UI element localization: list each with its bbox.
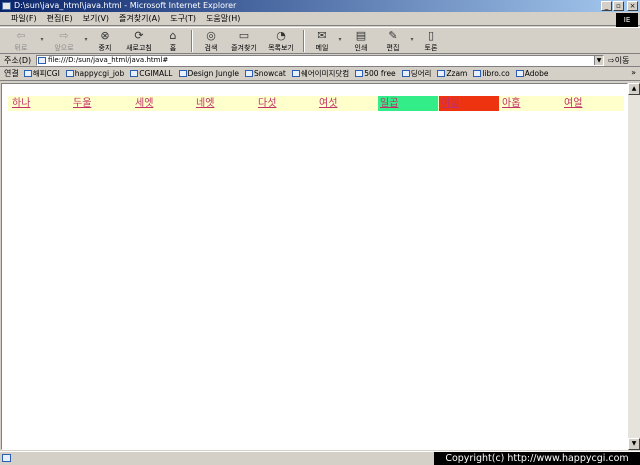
link-snowcat[interactable]: Snowcat	[244, 69, 286, 78]
stop-button[interactable]: ⊗ 중지	[90, 28, 120, 54]
search-button[interactable]: ◎ 검색	[196, 28, 226, 54]
stop-icon: ⊗	[100, 29, 110, 42]
page-icon	[130, 70, 139, 77]
forward-arrow-icon: ⇨	[59, 29, 69, 42]
scroll-up-icon[interactable]: ▲	[628, 83, 640, 95]
back-arrow-icon: ⇦	[16, 29, 26, 42]
address-value: file:///D:/sun/java_html/java.html#	[48, 55, 169, 64]
copyright-banner: Copyright(c) http://www.happycgi.com	[434, 452, 640, 465]
page-status-icon	[2, 454, 11, 462]
window-title: D:\sun\java_html\java.html - Microsoft I…	[14, 1, 237, 10]
back-button[interactable]: ⇦ 뒤로	[4, 28, 38, 54]
nav-link-10[interactable]: 여얼	[562, 96, 622, 111]
refresh-icon: ⟳	[134, 29, 144, 42]
link-cgimall[interactable]: CGIMALL	[130, 69, 173, 78]
maximize-button[interactable]: ▫	[613, 1, 624, 11]
page-icon	[178, 70, 187, 77]
edit-dropdown[interactable]: ▾	[408, 28, 416, 43]
nav-link-5[interactable]: 다섯	[256, 96, 316, 111]
nav-link-6[interactable]: 여섯	[317, 96, 377, 111]
history-button[interactable]: ◔ 목록보기	[262, 28, 300, 54]
menu-view[interactable]: 보기(V)	[78, 13, 114, 24]
link-design-jungle[interactable]: Design Jungle	[178, 69, 239, 78]
address-bar: 주소(D) file:///D:/sun/java_html/java.html…	[0, 54, 640, 67]
links-bar: 연결 해피CGI happycgi_job CGIMALL Design Jun…	[0, 67, 640, 81]
ie-logo-icon: IE	[616, 13, 638, 27]
link-shareimage[interactable]: 쉐어이미지닷컴	[291, 68, 349, 79]
discuss-icon: ▯	[427, 29, 435, 42]
toolbar: ⇦ 뒤로 ▾ ⇨ 앞으로 ▾ ⊗ 중지 ⟳ 새로고침 ⌂ 홈 ◎ 검색 ▭ 즐겨…	[0, 27, 640, 54]
edit-icon: ✎	[388, 29, 398, 42]
page-content: 하나 두울 세엣 네엣 다섯 여섯 일곱 여덟 아홉 여얼	[1, 83, 628, 450]
page-icon	[65, 70, 74, 77]
nav-link-2[interactable]: 두울	[71, 96, 131, 111]
home-button[interactable]: ⌂ 홈	[158, 28, 188, 54]
nav-link-9[interactable]: 아홉	[500, 96, 560, 111]
print-button[interactable]: ▤ 인쇄	[344, 28, 378, 54]
edit-button[interactable]: ✎ 편집	[378, 28, 408, 54]
menu-tools[interactable]: 도구(T)	[165, 13, 201, 24]
nav-menu-bar: 하나 두울 세엣 네엣 다섯 여섯 일곱 여덟 아홉 여얼	[8, 96, 624, 111]
forward-dropdown[interactable]: ▾	[82, 28, 90, 43]
links-more-chevron-icon[interactable]: »	[631, 68, 636, 77]
favorites-button[interactable]: ▭ 즐겨찾기	[226, 28, 262, 54]
toolbar-separator	[191, 30, 193, 52]
page-icon	[244, 70, 253, 77]
page-icon	[23, 70, 32, 77]
link-libro[interactable]: libro.co	[473, 69, 510, 78]
status-bar: Copyright(c) http://www.happycgi.com	[0, 451, 640, 465]
forward-button[interactable]: ⇨ 앞으로	[46, 28, 82, 54]
scroll-down-icon[interactable]: ▼	[628, 438, 640, 450]
menu-help[interactable]: 도움말(H)	[201, 13, 245, 24]
nav-link-1[interactable]: 하나	[10, 96, 70, 111]
mail-dropdown[interactable]: ▾	[336, 28, 344, 43]
nav-link-8[interactable]: 여덟	[439, 96, 499, 111]
page-icon	[401, 70, 410, 77]
nav-link-3[interactable]: 세엣	[133, 96, 193, 111]
close-button[interactable]: ×	[627, 1, 638, 11]
title-bar: D:\sun\java_html\java.html - Microsoft I…	[0, 0, 640, 12]
minimize-button[interactable]: _	[601, 1, 612, 11]
history-icon: ◔	[276, 29, 286, 42]
nav-link-7[interactable]: 일곱	[378, 96, 438, 111]
address-label: 주소(D)	[4, 55, 32, 65]
search-icon: ◎	[206, 29, 216, 42]
address-dropdown-icon[interactable]: ▼	[594, 55, 603, 65]
link-happycgi-job[interactable]: happycgi_job	[65, 69, 124, 78]
printer-icon: ▤	[355, 29, 367, 42]
menu-favorites[interactable]: 즐겨찾기(A)	[114, 13, 165, 24]
link-zzam[interactable]: Zzam	[437, 69, 467, 78]
back-dropdown[interactable]: ▾	[38, 28, 46, 43]
link-adobe[interactable]: Adobe	[515, 69, 549, 78]
mail-button[interactable]: ✉ 메일	[308, 28, 336, 54]
page-icon	[291, 70, 300, 77]
go-button[interactable]: ⇨이동	[608, 55, 629, 66]
link-500-free[interactable]: 500 free	[355, 69, 396, 78]
page-icon	[38, 56, 46, 64]
toolbar-separator	[303, 30, 305, 52]
ie-page-icon	[2, 2, 11, 10]
menu-file[interactable]: 파일(F)	[6, 13, 42, 24]
link-dingeori[interactable]: 딩어리	[401, 68, 431, 79]
address-input[interactable]: file:///D:/sun/java_html/java.html# ▼	[36, 54, 604, 66]
page-icon	[515, 70, 524, 77]
window-controls: _ ▫ ×	[601, 1, 638, 11]
refresh-button[interactable]: ⟳ 새로고침	[120, 28, 158, 54]
favorites-folder-icon: ▭	[238, 29, 250, 42]
home-icon: ⌂	[169, 29, 177, 42]
menu-edit[interactable]: 편집(E)	[42, 13, 78, 24]
nav-link-4[interactable]: 네엣	[194, 96, 254, 111]
vertical-scrollbar[interactable]: ▲ ▼	[628, 83, 640, 450]
page-icon	[473, 70, 482, 77]
menu-bar: 파일(F) 편집(E) 보기(V) 즐겨찾기(A) 도구(T) 도움말(H)	[0, 12, 640, 26]
discuss-button[interactable]: ▯ 토론	[416, 28, 446, 54]
page-icon	[437, 70, 446, 77]
link-happycgi[interactable]: 해피CGI	[23, 68, 60, 79]
mail-icon: ✉	[317, 29, 327, 42]
page-icon	[355, 70, 364, 77]
links-label: 연결	[4, 69, 19, 78]
